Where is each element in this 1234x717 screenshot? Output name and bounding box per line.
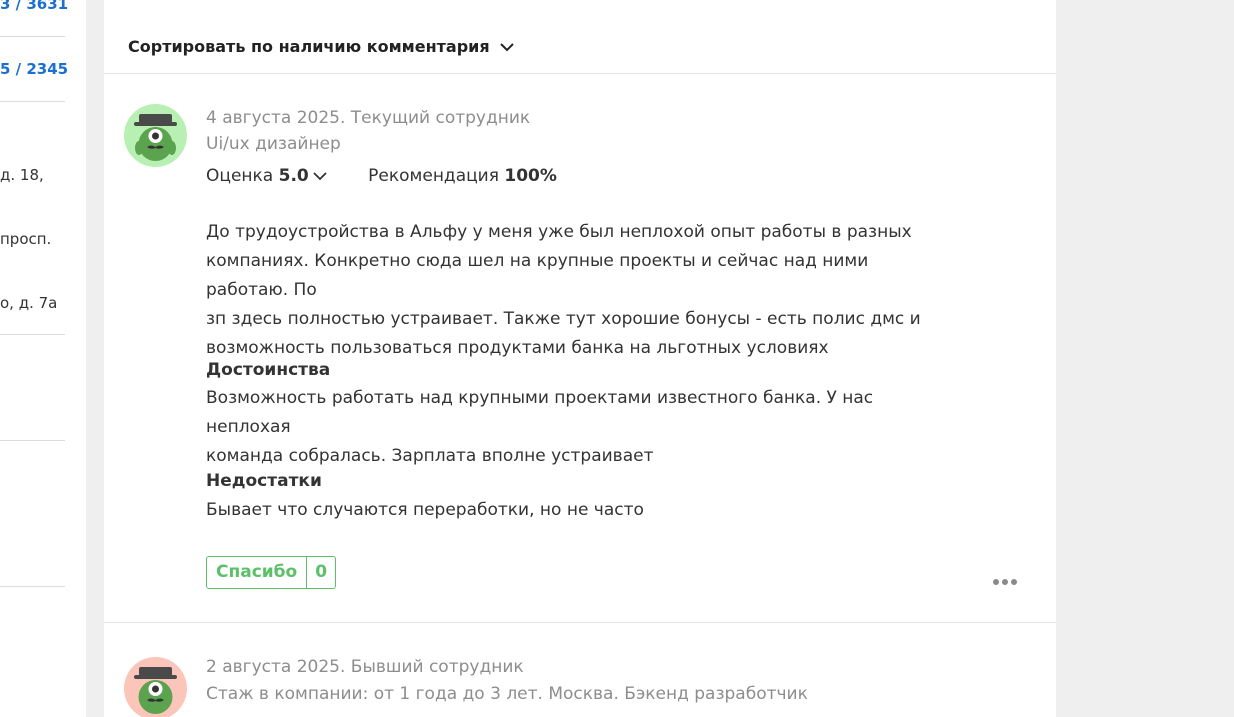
sort-dropdown[interactable]: Сортировать по наличию комментария bbox=[128, 37, 514, 56]
review-text: До трудоустройства в Альфу у меня уже бы… bbox=[206, 218, 926, 363]
review-text-line: зп здесь полностью устраивает. Также тут… bbox=[206, 309, 921, 329]
divider bbox=[0, 101, 65, 102]
sort-bar: Сортировать по наличию комментария bbox=[104, 0, 1056, 74]
thanks-count: 0 bbox=[315, 562, 328, 582]
rating-value: 5.0 bbox=[278, 166, 309, 186]
page-background-gap bbox=[1056, 0, 1234, 717]
review-text-line: До трудоустройства в Альфу у меня уже бы… bbox=[206, 222, 912, 242]
review-text-line: компаниях. Конкретно сюда шел на крупные… bbox=[206, 251, 869, 300]
address-text-3: о, д. 7а bbox=[0, 294, 58, 312]
pros-title: Достоинства bbox=[206, 360, 331, 380]
review-text-line: возможность пользоваться продуктами банк… bbox=[206, 338, 829, 358]
review-date-status: 2 августа 2025. Бывший сотрудник bbox=[206, 657, 524, 677]
rating-expand[interactable] bbox=[313, 166, 327, 186]
pros-text-line: Возможность работать над крупными проект… bbox=[206, 388, 874, 437]
left-column: 3 / 3631 5 / 2345 д. 18, просп. о, д. 7а bbox=[0, 0, 86, 717]
divider bbox=[0, 36, 65, 37]
thanks-label: Спасибо bbox=[207, 557, 308, 588]
recommend-label: Рекомендация bbox=[368, 166, 499, 186]
more-dots-icon[interactable] bbox=[992, 571, 1018, 590]
rating-line: Оценка 5.0 Рекомендация 100% bbox=[206, 166, 557, 186]
monster-avatar-icon bbox=[124, 657, 187, 717]
review-position: Ui/ux дизайнер bbox=[206, 134, 341, 154]
stats-link-1[interactable]: 3 / 3631 bbox=[0, 0, 68, 13]
monster-avatar-icon bbox=[124, 104, 187, 167]
address-text-1: д. 18, bbox=[0, 166, 44, 184]
thanks-button[interactable]: Спасибо 0 bbox=[206, 556, 337, 589]
divider bbox=[0, 586, 65, 587]
address-text-2: просп. bbox=[0, 230, 52, 248]
reviews-panel: Сортировать по наличию комментария 4 авг… bbox=[104, 0, 1056, 717]
pros-text-line: команда собралась. Зарплата вполне устра… bbox=[206, 446, 654, 466]
chevron-down-icon bbox=[313, 172, 327, 181]
sort-label: Сортировать по наличию комментария bbox=[128, 37, 490, 56]
review-date-status: 4 августа 2025. Текущий сотрудник bbox=[206, 108, 531, 128]
stats-link-2[interactable]: 5 / 2345 bbox=[0, 60, 68, 78]
cons-title: Недостатки bbox=[206, 471, 322, 491]
divider bbox=[0, 334, 65, 335]
cons-text: Бывает что случаются переработки, но не … bbox=[206, 496, 926, 525]
rating-label: Оценка bbox=[206, 166, 274, 186]
chevron-down-icon bbox=[499, 43, 514, 52]
review-card: 4 августа 2025. Текущий сотрудник Ui/ux … bbox=[104, 74, 1056, 623]
recommend-value: 100% bbox=[504, 166, 557, 186]
cons-text-line: Бывает что случаются переработки, но не … bbox=[206, 500, 644, 520]
divider bbox=[0, 440, 65, 441]
review-card: 2 августа 2025. Бывший сотрудник Стаж в … bbox=[104, 623, 1056, 717]
review-experience: Стаж в компании: от 1 года до 3 лет. Мос… bbox=[206, 684, 808, 704]
pros-text: Возможность работать над крупными проект… bbox=[206, 384, 926, 471]
